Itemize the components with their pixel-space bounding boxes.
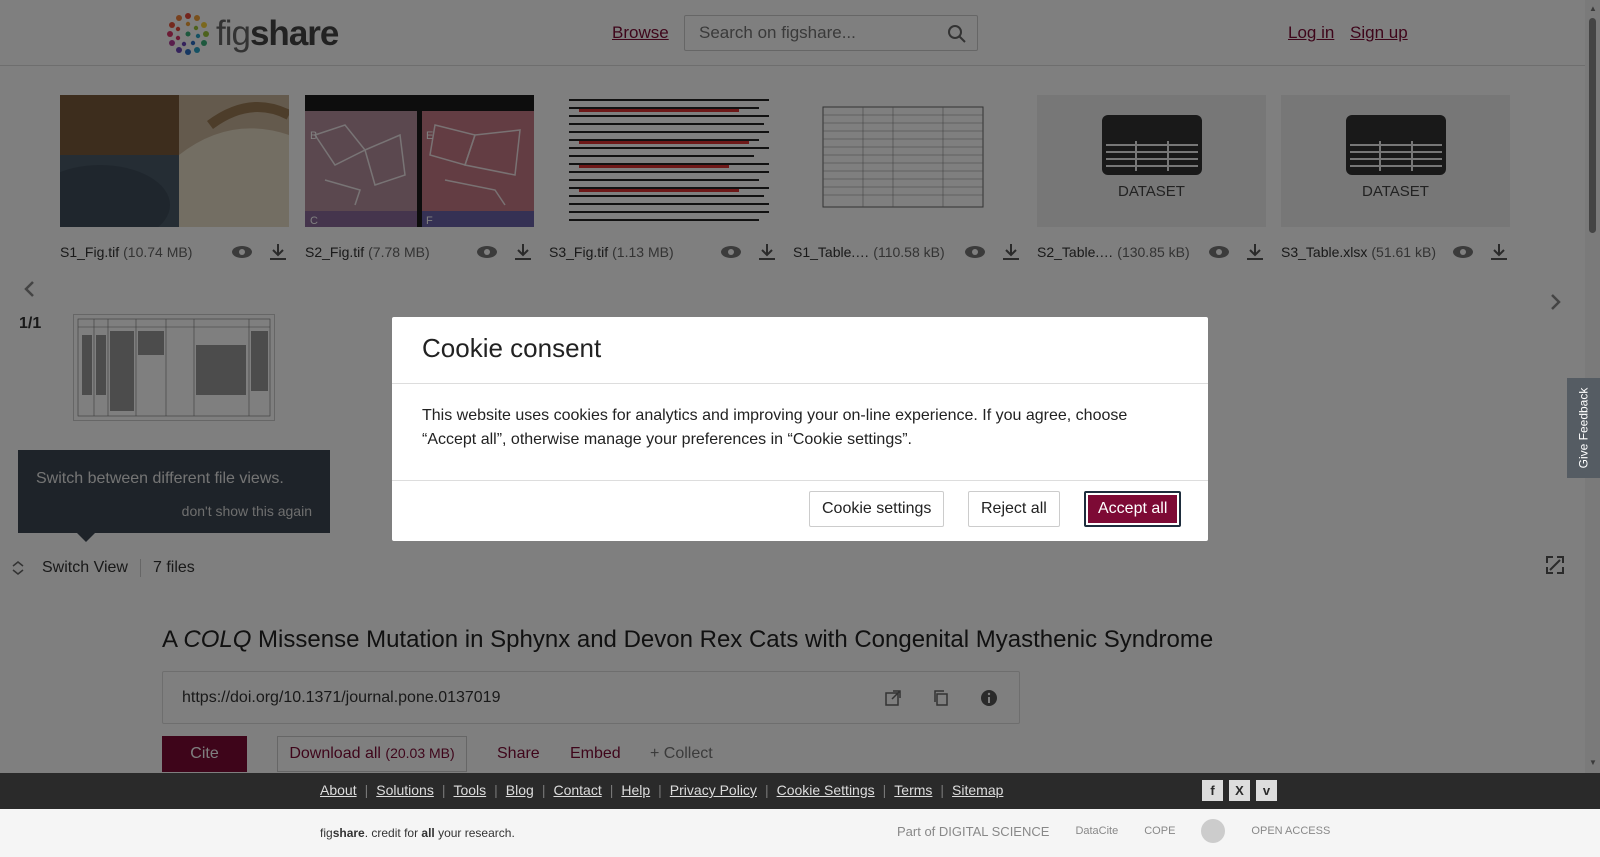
reject-all-button[interactable]: Reject all <box>968 491 1060 527</box>
footer-link-contact[interactable]: Contact <box>553 782 601 798</box>
open-access-logo[interactable]: OPEN ACCESS <box>1251 825 1330 837</box>
x-twitter-icon[interactable]: X <box>1229 780 1250 801</box>
footer-link-cookie-settings[interactable]: Cookie Settings <box>777 782 875 798</box>
footer-link-blog[interactable]: Blog <box>506 782 534 798</box>
footer-link-solutions[interactable]: Solutions <box>376 782 434 798</box>
cope-logo[interactable]: COPE <box>1144 825 1175 837</box>
dialog-title: Cookie consent <box>392 317 1208 384</box>
give-feedback-tab[interactable]: Give Feedback <box>1567 378 1600 478</box>
digital-science-logo[interactable]: Part of DIGITAL SCIENCE <box>897 824 1049 839</box>
footer-tagline: figshare. credit for all your research. <box>320 826 515 840</box>
footer-link-about[interactable]: About <box>320 782 357 798</box>
partner-logos: Part of DIGITAL SCIENCE DataCite COPE OP… <box>897 819 1330 843</box>
footer-nav: About | Solutions | Tools | Blog | Contact | … <box>0 773 1600 809</box>
footer-bottom: figshare. credit for all your research. … <box>0 809 1600 857</box>
accept-all-button[interactable]: Accept all <box>1084 491 1182 527</box>
footer-link-terms[interactable]: Terms <box>894 782 932 798</box>
dialog-message: This website uses cookies for analytics … <box>392 384 1208 481</box>
datacite-logo[interactable]: DataCite <box>1075 825 1118 837</box>
facebook-icon[interactable]: f <box>1202 780 1223 801</box>
footer-link-privacy[interactable]: Privacy Policy <box>670 782 757 798</box>
vimeo-icon[interactable]: v <box>1256 780 1277 801</box>
dialog-actions: Cookie settings Reject all Accept all <box>392 481 1208 541</box>
cookie-settings-button[interactable]: Cookie settings <box>809 491 945 527</box>
footer-link-help[interactable]: Help <box>621 782 650 798</box>
seal-logo-icon[interactable] <box>1201 819 1226 843</box>
footer-link-tools[interactable]: Tools <box>453 782 486 798</box>
social-links: f X v <box>1202 780 1277 801</box>
footer-link-sitemap[interactable]: Sitemap <box>952 782 1003 798</box>
cookie-consent-dialog: Cookie consent This website uses cookies… <box>392 317 1208 541</box>
